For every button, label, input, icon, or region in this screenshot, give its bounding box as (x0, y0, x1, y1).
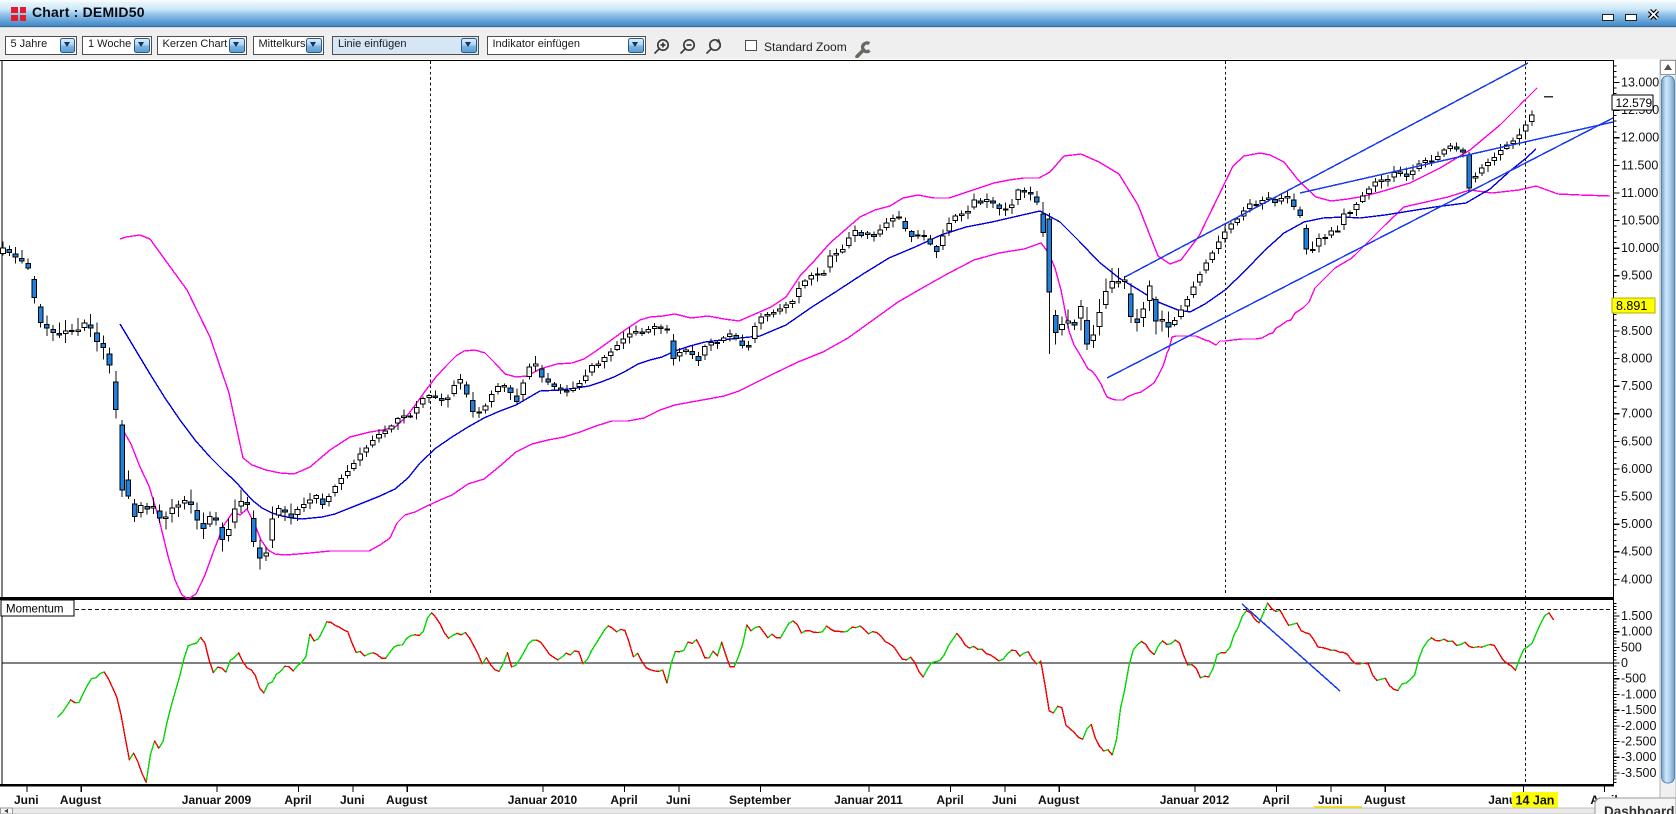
svg-text:500: 500 (1621, 640, 1642, 654)
svg-text:August: August (60, 793, 101, 807)
svg-text:8.891: 8.891 (1616, 299, 1647, 313)
svg-text:12.579: 12.579 (1616, 96, 1653, 110)
svg-text:6.500: 6.500 (1621, 434, 1652, 448)
svg-text:5.000: 5.000 (1621, 517, 1652, 531)
svg-text:-3.500: -3.500 (1621, 766, 1656, 780)
svg-text:August: August (1038, 793, 1079, 807)
svg-text:April: April (1262, 793, 1289, 807)
svg-text:April: April (610, 793, 637, 807)
svg-text:7.500: 7.500 (1621, 379, 1652, 393)
svg-text:11.500: 11.500 (1621, 158, 1658, 172)
svg-text:Januar 2012: Januar 2012 (1160, 793, 1230, 807)
svg-text:11.000: 11.000 (1621, 186, 1658, 200)
svg-text:8.500: 8.500 (1621, 324, 1652, 338)
svg-text:Juni: Juni (666, 793, 691, 807)
svg-text:13.000: 13.000 (1621, 76, 1659, 90)
svg-text:April: April (936, 793, 963, 807)
svg-text:Dashboard: Dashboard (1604, 804, 1675, 814)
svg-text:Juni: Juni (992, 793, 1017, 807)
svg-text:1.000: 1.000 (1621, 625, 1652, 639)
svg-text:-3.000: -3.000 (1621, 750, 1656, 764)
svg-text:-1.500: -1.500 (1621, 703, 1656, 717)
svg-text:Januar 2010: Januar 2010 (508, 793, 578, 807)
svg-text:Januar 2009: Januar 2009 (182, 793, 252, 807)
svg-text:1.500: 1.500 (1621, 609, 1652, 623)
svg-text:0: 0 (1621, 656, 1628, 670)
svg-text:5.500: 5.500 (1621, 490, 1652, 504)
svg-text:September: September (729, 793, 791, 807)
svg-text:4.000: 4.000 (1621, 572, 1652, 586)
svg-text:April: April (284, 793, 311, 807)
svg-text:10.000: 10.000 (1621, 241, 1659, 255)
svg-text:Juni: Juni (14, 793, 39, 807)
svg-text:8.000: 8.000 (1621, 352, 1652, 366)
svg-text:6.000: 6.000 (1621, 462, 1652, 476)
svg-text:August: August (386, 793, 427, 807)
svg-text:12.000: 12.000 (1621, 131, 1659, 145)
svg-text:Januar 2011: Januar 2011 (834, 793, 903, 807)
svg-text:14 Jan: 14 Jan (1516, 794, 1555, 808)
svg-text:Juni: Juni (1318, 793, 1343, 807)
svg-text:-1.000: -1.000 (1621, 687, 1656, 701)
svg-text:10.500: 10.500 (1621, 214, 1659, 228)
svg-text:-2.500: -2.500 (1621, 735, 1656, 749)
svg-text:-500: -500 (1621, 672, 1646, 686)
svg-text:Juni: Juni (340, 793, 365, 807)
svg-text:Momentum: Momentum (6, 604, 64, 616)
svg-text:4.500: 4.500 (1621, 545, 1652, 559)
svg-text:August: August (1364, 793, 1405, 807)
svg-text:7.000: 7.000 (1621, 407, 1652, 421)
svg-text:-2.000: -2.000 (1621, 719, 1656, 733)
svg-text:9.500: 9.500 (1621, 269, 1652, 283)
